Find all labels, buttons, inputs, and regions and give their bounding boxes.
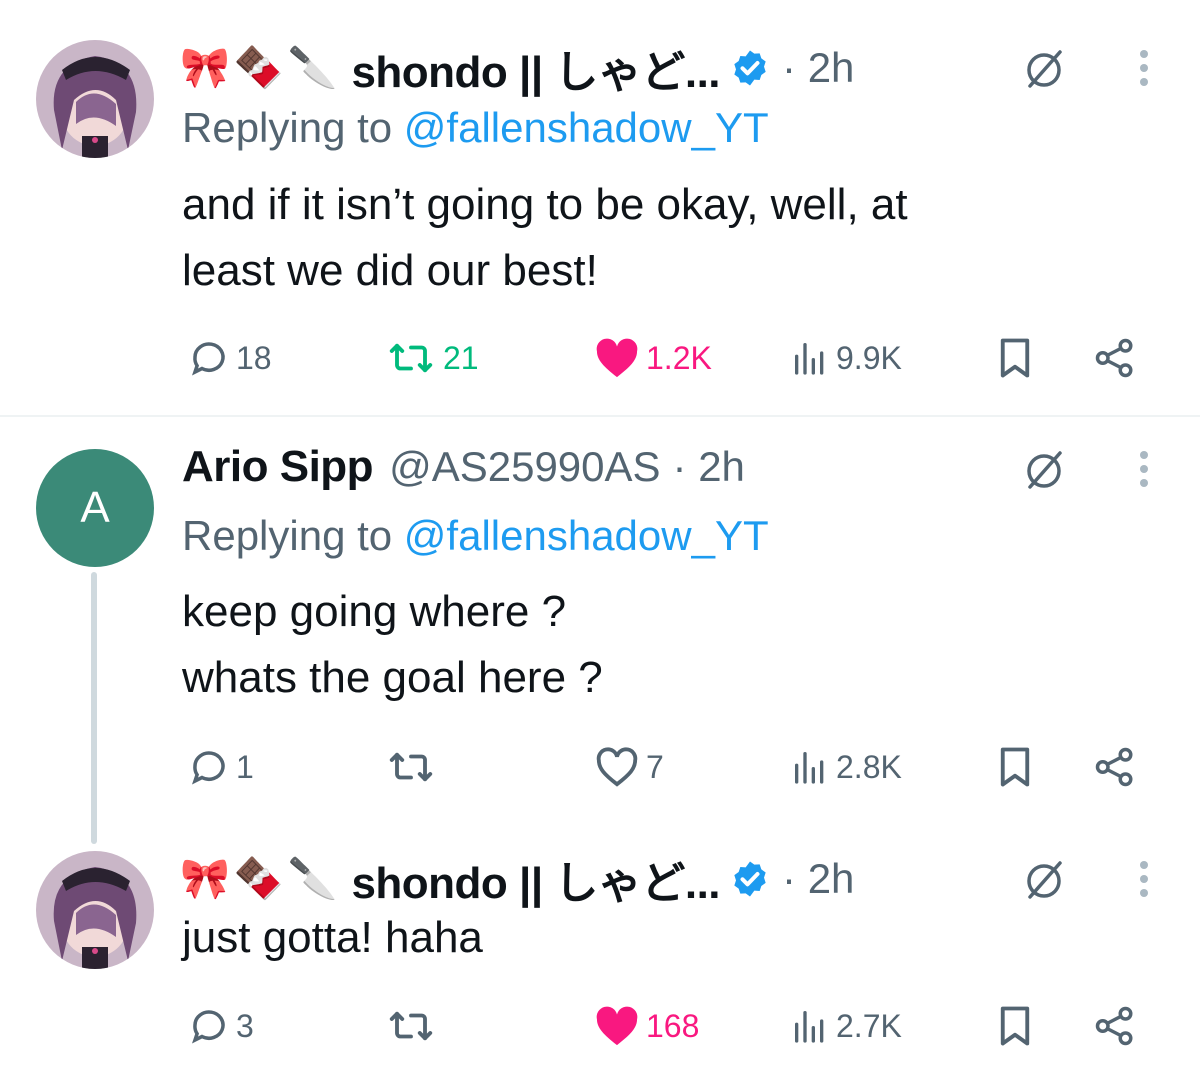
bookmark-icon [1000, 338, 1030, 378]
reply-count: 3 [236, 1007, 254, 1044]
views-icon [795, 752, 824, 784]
bookmark-button[interactable] [997, 742, 1039, 792]
tweet-3[interactable]: 🎀 🍫 🔪 shondo || しゃど... · 2h just gotta! … [0, 837, 1200, 1065]
share-icon [1095, 747, 1133, 787]
views-icon [795, 343, 824, 375]
reply-icon [192, 342, 225, 376]
views-button[interactable]: 9.9K [790, 333, 902, 383]
like-button[interactable]: 7 [594, 742, 664, 792]
tweet-text: just gotta! haha [182, 913, 483, 962]
reply-count: 1 [236, 748, 254, 785]
like-count: 7 [646, 748, 664, 785]
action-bar: 1 7 2.8K [0, 742, 1200, 792]
repost-icon [389, 343, 433, 373]
avatar-letter: A [80, 483, 110, 532]
view-count: 2.8K [836, 748, 902, 785]
user-handle[interactable]: @AS25990AS [389, 443, 660, 491]
share-button[interactable] [1092, 742, 1144, 792]
knife-emoji: 🔪 [287, 46, 338, 90]
bookmark-button[interactable] [997, 1001, 1039, 1051]
tweet-text: and if it isn’t going to be okay, well, … [182, 180, 908, 295]
replying-label: Replying to [182, 512, 404, 559]
like-count: 1.2K [646, 339, 712, 376]
reply-button[interactable]: 1 [188, 742, 254, 792]
action-bar: 18 21 1.2K 9.9K [0, 333, 1200, 383]
timestamp[interactable]: · 2h [782, 44, 854, 92]
view-count: 2.7K [836, 1007, 902, 1044]
tweet-2[interactable]: A Ario Sipp @AS25990AS · 2h Replying to … [0, 417, 1200, 837]
timestamp[interactable]: · 2h [782, 855, 854, 903]
replying-label: Replying to [182, 104, 404, 151]
action-bar: 3 168 2.7K [0, 1001, 1200, 1051]
chocolate-emoji: 🍫 [233, 857, 284, 901]
user-avatar-shondo[interactable] [36, 40, 154, 158]
bookmark-icon [1000, 1006, 1030, 1046]
mention-link[interactable]: @fallenshadow_YT [404, 104, 769, 151]
tweet-header: 🎀 🍫 🔪 shondo || しゃど... · 2h [180, 38, 854, 98]
like-button[interactable]: 1.2K [594, 333, 712, 383]
tweet-header: Ario Sipp @AS25990AS · 2h [180, 437, 745, 497]
grok-icon[interactable] [1020, 855, 1068, 903]
bow-emoji: 🎀 [180, 46, 230, 90]
repost-button[interactable] [385, 1001, 443, 1051]
like-button[interactable]: 168 [594, 1001, 699, 1051]
repost-count: 21 [443, 339, 479, 376]
thread-connector-line [91, 572, 97, 844]
anime-avatar-icon [36, 40, 154, 158]
repost-icon [389, 1011, 433, 1041]
repost-button[interactable] [385, 742, 443, 792]
bookmark-icon [1000, 747, 1030, 787]
views-icon [795, 1011, 824, 1043]
views-button[interactable]: 2.7K [790, 1001, 902, 1051]
reply-button[interactable]: 18 [188, 333, 272, 383]
heart-outline-icon [596, 747, 638, 787]
chocolate-emoji: 🍫 [233, 46, 284, 90]
verified-badge-icon [730, 48, 770, 88]
user-avatar-shondo[interactable] [36, 851, 154, 969]
reply-icon [192, 1010, 225, 1044]
grok-icon[interactable] [1020, 44, 1068, 92]
repost-button[interactable]: 21 [385, 333, 479, 383]
display-name[interactable]: shondo || しゃど... [351, 847, 720, 911]
share-icon [1095, 338, 1133, 378]
user-avatar-ario[interactable]: A [36, 449, 154, 567]
display-name[interactable]: Ario Sipp [182, 442, 374, 492]
anime-avatar-icon [36, 851, 154, 969]
heart-filled-icon [596, 1006, 638, 1046]
mention-link[interactable]: @fallenshadow_YT [404, 512, 769, 559]
like-count: 168 [646, 1007, 700, 1044]
replying-to: Replying to @fallenshadow_YT [182, 104, 769, 152]
share-icon [1095, 1006, 1133, 1046]
timestamp[interactable]: · 2h [673, 443, 745, 491]
reply-count: 18 [236, 339, 272, 376]
more-options-icon[interactable] [1134, 445, 1154, 493]
replying-to: Replying to @fallenshadow_YT [182, 512, 769, 560]
verified-badge-icon [730, 859, 770, 899]
reply-icon [192, 751, 225, 785]
bookmark-button[interactable] [997, 333, 1039, 383]
repost-icon [389, 752, 433, 782]
bow-emoji: 🎀 [180, 857, 230, 901]
more-options-icon[interactable] [1134, 855, 1154, 903]
reply-button[interactable]: 3 [188, 1001, 254, 1051]
more-options-icon[interactable] [1134, 44, 1154, 92]
share-button[interactable] [1092, 333, 1144, 383]
knife-emoji: 🔪 [287, 857, 338, 901]
share-button[interactable] [1092, 1001, 1144, 1051]
tweet-header: 🎀 🍫 🔪 shondo || しゃど... · 2h [180, 849, 854, 909]
display-name[interactable]: shondo || しゃど... [351, 36, 720, 100]
grok-icon[interactable] [1020, 445, 1068, 493]
tweet-1[interactable]: 🎀 🍫 🔪 shondo || しゃど... · 2h Replying to … [0, 0, 1200, 415]
view-count: 9.9K [836, 339, 902, 376]
tweet-text: keep going where ? whats the goal here ? [182, 587, 603, 702]
heart-filled-icon [596, 338, 638, 378]
views-button[interactable]: 2.8K [790, 742, 902, 792]
